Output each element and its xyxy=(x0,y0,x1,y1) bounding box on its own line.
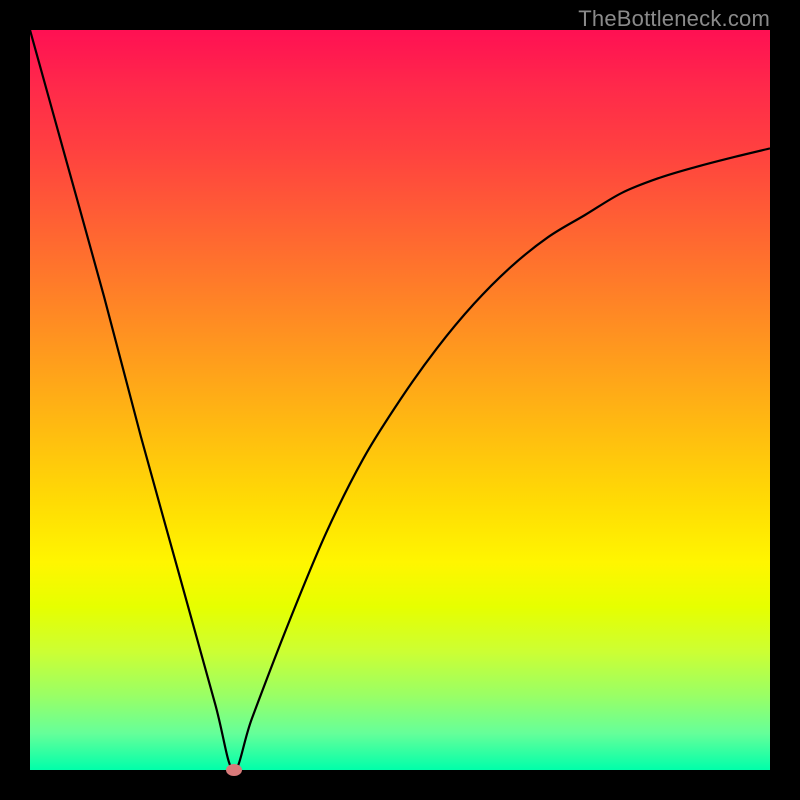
attribution-text: TheBottleneck.com xyxy=(578,6,770,32)
minimum-marker xyxy=(226,764,242,776)
plot-area xyxy=(30,30,770,770)
bottleneck-curve xyxy=(30,30,770,770)
chart-stage: TheBottleneck.com xyxy=(0,0,800,800)
